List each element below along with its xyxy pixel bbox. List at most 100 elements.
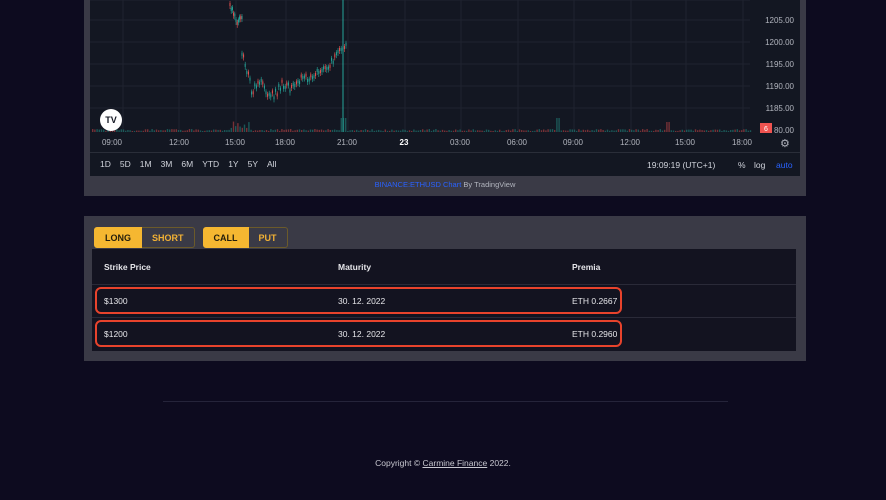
range-1y[interactable]: 1Y: [228, 159, 238, 169]
time-tick-label: 09:00: [102, 138, 122, 147]
footer: Copyright © Carmine Finance 2022.: [0, 458, 886, 468]
volume-bar: [750, 130, 751, 132]
attribution-link[interactable]: BINANCE:ETHUSD Chart: [375, 180, 462, 189]
candle-body: [277, 93, 278, 96]
volume-bar: [563, 130, 564, 132]
volume-bar: [292, 131, 293, 132]
table-row[interactable]: $1300 30. 12. 2022 ETH 0.2667: [92, 285, 796, 318]
volume-bar: [420, 130, 421, 132]
volume-bar: [528, 130, 529, 132]
volume-bar: [299, 129, 300, 132]
log-toggle[interactable]: log: [754, 160, 765, 170]
volume-bar: [580, 131, 581, 132]
tradingview-logo[interactable]: TV: [100, 109, 122, 131]
volume-bar: [400, 131, 401, 132]
volume-bar: [171, 129, 172, 132]
volume-bar: [321, 130, 322, 132]
tradingview-chart[interactable]: 1205.00 1200.00 1195.00 1190.00 1185.00 80.00…: [90, 0, 800, 176]
volume-bar: [162, 130, 163, 132]
candle-body: [242, 53, 243, 56]
candle-body: [302, 76, 303, 79]
strike-price: $1200: [104, 329, 128, 339]
candle-body: [314, 75, 315, 78]
volume-bar: [206, 130, 207, 132]
clock-readout: 19:09:19 (UTC+1): [647, 160, 715, 170]
gear-icon[interactable]: ⚙: [780, 137, 790, 150]
volume-bar: [552, 129, 553, 132]
range-bar: 1D 5D 1M 3M 6M YTD 1Y 5Y All 19:09:19 (UTC+1) % …: [90, 152, 800, 177]
percent-toggle[interactable]: %: [738, 160, 746, 170]
volume-bar: [602, 130, 603, 132]
volume-bar: [704, 131, 705, 132]
table-row[interactable]: $1200 30. 12. 2022 ETH 0.2960: [92, 318, 796, 350]
volume-bar: [173, 129, 174, 132]
volume-bar: [367, 130, 368, 132]
candle-body: [336, 52, 337, 55]
volume-bar: [699, 130, 700, 132]
volume-bar: [677, 131, 678, 132]
volume-bar: [215, 130, 216, 132]
volume-bar: [413, 130, 414, 132]
range-3m[interactable]: 3M: [161, 159, 173, 169]
volume-bar: [422, 129, 423, 132]
volume-bar: [620, 129, 621, 132]
candle-body: [331, 58, 332, 61]
volume-bar: [462, 131, 463, 132]
volume-bar: [635, 129, 636, 132]
volume-bar: [123, 129, 124, 132]
candle-body: [275, 89, 276, 92]
volume-bar: [224, 130, 225, 132]
volume-bar: [442, 130, 443, 132]
volume-bar: [200, 130, 201, 132]
volume-bar: [266, 130, 267, 132]
short-button[interactable]: SHORT: [142, 227, 195, 248]
volume-bar: [517, 131, 518, 132]
candle-body: [318, 71, 319, 74]
footer-divider: [163, 401, 728, 402]
candle-body: [338, 50, 339, 53]
long-button[interactable]: LONG: [94, 227, 142, 248]
volume-bar: [132, 131, 133, 132]
volume-bar: [578, 129, 579, 132]
carmine-finance-link[interactable]: Carmine Finance: [423, 458, 488, 468]
range-all[interactable]: All: [267, 159, 276, 169]
volume-bar: [363, 130, 364, 132]
volume-bar: [305, 130, 306, 132]
range-5y[interactable]: 5Y: [248, 159, 258, 169]
volume-bar: [336, 130, 337, 132]
candle-body: [322, 69, 323, 72]
candle-body: [310, 74, 311, 77]
candle-body: [232, 7, 233, 10]
time-tick-label: 18:00: [275, 138, 295, 147]
time-tick-label: 12:00: [169, 138, 189, 147]
volume-bar: [688, 130, 689, 132]
volume-bar: [411, 131, 412, 132]
auto-toggle[interactable]: auto: [776, 160, 793, 170]
volume-bar: [158, 130, 159, 132]
candle-body: [325, 66, 326, 69]
volume-bar: [404, 130, 405, 132]
range-6m[interactable]: 6M: [181, 159, 193, 169]
volume-bar: [310, 130, 311, 132]
volume-bar: [587, 130, 588, 132]
volume-bar: [473, 129, 474, 132]
toggle-row: LONG SHORT CALL PUT: [94, 227, 288, 248]
candle-body: [243, 54, 244, 57]
candle-body: [259, 82, 260, 85]
volume-bar: [349, 130, 350, 132]
range-5d[interactable]: 5D: [120, 159, 131, 169]
price-plot[interactable]: 1205.00 1200.00 1195.00 1190.00 1185.00 80.00…: [90, 0, 800, 136]
volume-bar: [499, 130, 500, 132]
range-ytd[interactable]: YTD: [202, 159, 219, 169]
volume-bar: [446, 131, 447, 132]
volume-bar: [481, 131, 482, 132]
range-1m[interactable]: 1M: [140, 159, 152, 169]
strike-price: $1300: [104, 296, 128, 306]
range-buttons: 1D 5D 1M 3M 6M YTD 1Y 5Y All: [100, 159, 276, 169]
volume-bar: [398, 131, 399, 132]
put-button[interactable]: PUT: [249, 227, 288, 248]
volume-bar: [105, 131, 106, 132]
call-button[interactable]: CALL: [203, 227, 249, 248]
volume-bar: [246, 128, 247, 132]
range-1d[interactable]: 1D: [100, 159, 111, 169]
